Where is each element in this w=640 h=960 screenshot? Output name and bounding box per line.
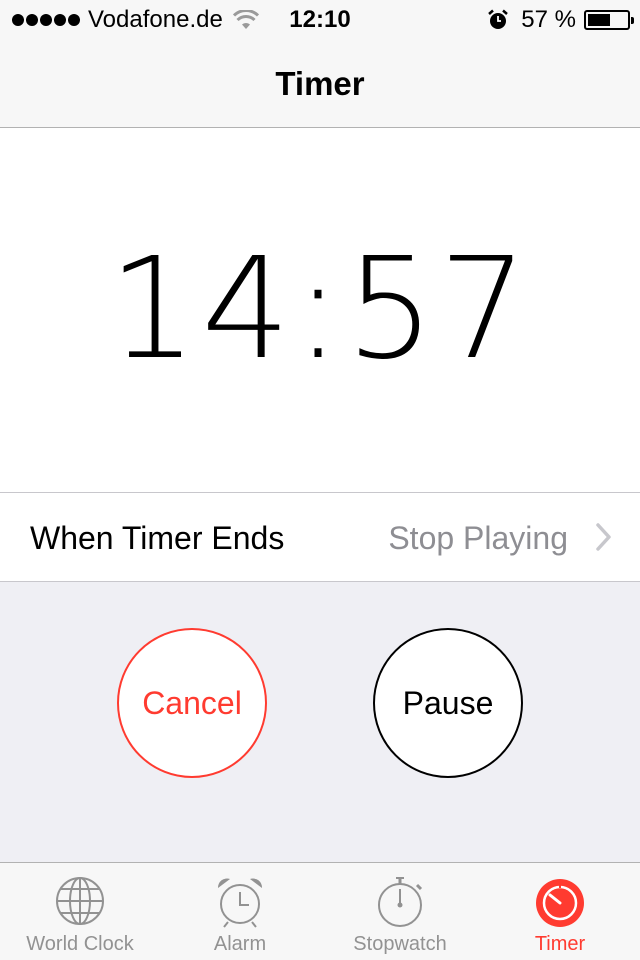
when-timer-ends-value: Stop Playing [388,520,568,556]
timer-countdown: 14:57 [108,228,532,391]
timer-area: 14:57 [0,128,640,492]
pause-button[interactable]: Pause [373,628,523,778]
tab-label: Timer [534,933,586,955]
alarm-clock-icon [217,878,263,928]
battery-icon [584,10,634,30]
status-right: 57 % [487,6,634,34]
timer-screen: Vodafone.de 12:10 57 % Timer 14:57 When … [0,0,640,960]
tab-label: Stopwatch [353,933,447,955]
tab-stopwatch[interactable]: Stopwatch [320,863,480,960]
status-bar: Vodafone.de 12:10 57 % [0,0,640,40]
alarm-clock-icon [488,9,509,29]
battery-fill [588,14,610,26]
cancel-button[interactable]: Cancel [117,628,267,778]
timer-icon [536,879,584,927]
control-button-area: Cancel Pause [0,582,640,862]
tab-label: Alarm [213,933,267,955]
when-timer-ends-label: When Timer Ends [30,520,285,556]
tab-timer[interactable]: Timer [480,863,640,960]
tab-bar: World Clock Alarm Stopwatch Timer [0,862,640,960]
tab-world-clock[interactable]: World Clock [0,863,160,960]
tab-label: World Clock [26,933,134,955]
tab-alarm[interactable]: Alarm [160,863,320,960]
chevron-right-icon [596,523,611,551]
page-title: Timer [275,65,365,102]
navigation-bar: Timer [0,40,640,128]
stopwatch-icon [378,877,423,927]
globe-icon [56,877,104,925]
battery-percent: 57 % [521,6,576,33]
when-timer-ends-row[interactable]: When Timer Ends Stop Playing [0,492,640,582]
